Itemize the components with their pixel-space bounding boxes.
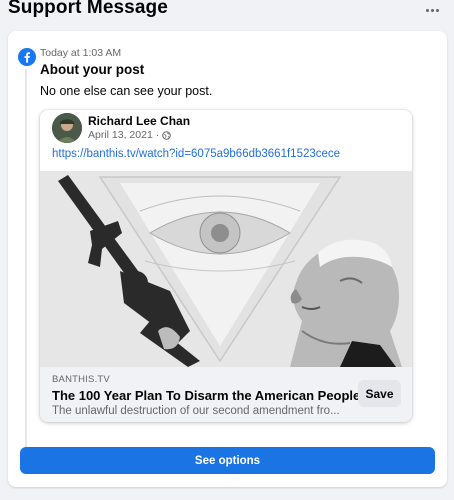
post-author[interactable]: Richard Lee Chan (88, 114, 190, 128)
save-button[interactable]: Save (358, 380, 401, 407)
message-timestamp: Today at 1:03 AM (40, 47, 122, 59)
post-card[interactable]: Richard Lee Chan April 13, 2021 · https:… (40, 110, 412, 422)
post-date[interactable]: April 13, 2021 · (88, 129, 159, 141)
page-title: Support Message (8, 0, 168, 18)
post-preview-image[interactable] (40, 171, 412, 367)
more-horizontal-icon (425, 8, 429, 12)
link-description: The unlawful destruction of our second a… (52, 405, 340, 417)
avatar[interactable] (52, 113, 82, 143)
link-title[interactable]: The 100 Year Plan To Disarm the American… (52, 388, 360, 403)
message-title: About your post (40, 62, 145, 77)
thread-line (25, 69, 27, 467)
facebook-icon (18, 48, 36, 66)
message-body: No one else can see your post. (40, 84, 213, 98)
link-domain: BANTHIS.TV (52, 374, 110, 385)
globe-icon (162, 130, 171, 140)
header: Support Message (0, 0, 454, 26)
post-link[interactable]: https://banthis.tv/watch?id=6075a9b66db3… (52, 148, 340, 160)
see-options-button[interactable]: See options (20, 447, 435, 474)
more-options-button[interactable] (422, 2, 442, 18)
support-message-card: Today at 1:03 AM About your post No one … (8, 31, 447, 487)
post-meta: April 13, 2021 · (88, 129, 171, 141)
link-preview[interactable]: BANTHIS.TV The 100 Year Plan To Disarm t… (40, 367, 412, 422)
